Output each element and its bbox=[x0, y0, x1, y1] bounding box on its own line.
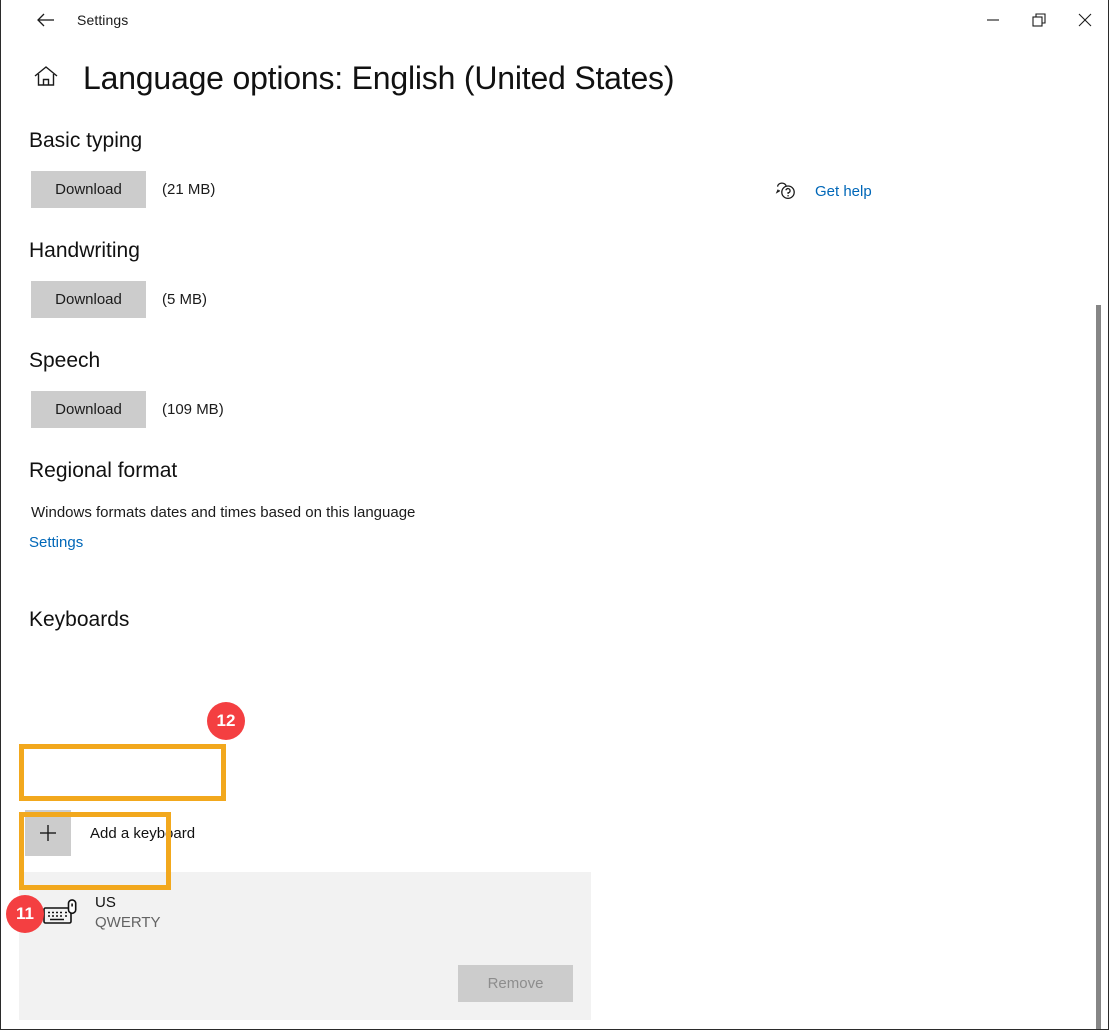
minimize-icon bbox=[982, 9, 1004, 31]
help-bubble-icon bbox=[773, 178, 799, 204]
section-row-basic-typing: Download (21 MB) bbox=[31, 171, 1108, 208]
settings-window: Settings Language options: English (Unit… bbox=[0, 0, 1109, 1030]
annotation-badge-11: 11 bbox=[6, 895, 44, 933]
scrollbar-thumb[interactable] bbox=[1096, 305, 1101, 1029]
section-title-speech: Speech bbox=[29, 349, 101, 372]
download-button-handwriting[interactable]: Download bbox=[31, 281, 146, 318]
minimize-button[interactable] bbox=[970, 0, 1016, 40]
add-a-keyboard-button[interactable]: Add a keyboard bbox=[25, 810, 221, 856]
section-title-keyboards: Keyboards bbox=[29, 608, 130, 631]
keyboard-item-name: US bbox=[95, 893, 116, 911]
download-button-speech[interactable]: Download bbox=[31, 391, 146, 428]
size-label-speech: (109 MB) bbox=[162, 401, 224, 418]
section-row-speech: Download (109 MB) bbox=[31, 391, 1108, 428]
window-controls bbox=[970, 0, 1108, 40]
annotation-badge-12: 12 bbox=[207, 702, 245, 740]
regional-format-settings-link[interactable]: Settings bbox=[29, 534, 83, 551]
keyboard-item-text: US QWERTY bbox=[95, 893, 161, 934]
highlight-add-a-keyboard bbox=[19, 744, 226, 801]
page-content: Language options: English (United States… bbox=[1, 60, 1108, 1020]
add-a-keyboard-label: Add a keyboard bbox=[90, 824, 196, 842]
restore-icon bbox=[1028, 9, 1050, 31]
back-button[interactable] bbox=[23, 4, 69, 36]
size-label-handwriting: (5 MB) bbox=[162, 291, 207, 308]
keyboards-panel: US QWERTY Remove bbox=[19, 872, 591, 1020]
keyboard-list-item[interactable]: US QWERTY bbox=[31, 884, 161, 942]
download-button-basic-typing[interactable]: Download bbox=[31, 171, 146, 208]
section-title-handwriting: Handwriting bbox=[29, 239, 140, 262]
close-icon bbox=[1074, 9, 1096, 31]
home-button[interactable] bbox=[29, 62, 63, 96]
section-title-regional-format: Regional format bbox=[29, 459, 178, 482]
back-arrow-icon bbox=[34, 8, 58, 32]
app-title: Settings bbox=[77, 12, 129, 28]
section-row-handwriting: Download (5 MB) bbox=[31, 281, 1108, 318]
regional-format-description: Windows formats dates and times based on… bbox=[31, 504, 416, 521]
section-title-basic-typing: Basic typing bbox=[29, 129, 143, 152]
restore-button[interactable] bbox=[1016, 0, 1062, 40]
page-header: Language options: English (United States… bbox=[29, 60, 1108, 97]
title-bar: Settings bbox=[1, 0, 1108, 40]
home-icon bbox=[31, 61, 61, 96]
close-button[interactable] bbox=[1062, 0, 1108, 40]
size-label-basic-typing: (21 MB) bbox=[162, 181, 216, 198]
keyboard-icon bbox=[41, 896, 83, 930]
get-help-label: Get help bbox=[815, 182, 872, 200]
keyboard-item-layout: QWERTY bbox=[95, 914, 161, 931]
vertical-scrollbar[interactable] bbox=[1091, 41, 1107, 1029]
plus-icon bbox=[25, 810, 71, 856]
page-title: Language options: English (United States… bbox=[83, 60, 675, 96]
get-help-link[interactable]: Get help bbox=[773, 178, 872, 204]
remove-button[interactable]: Remove bbox=[458, 965, 573, 1002]
